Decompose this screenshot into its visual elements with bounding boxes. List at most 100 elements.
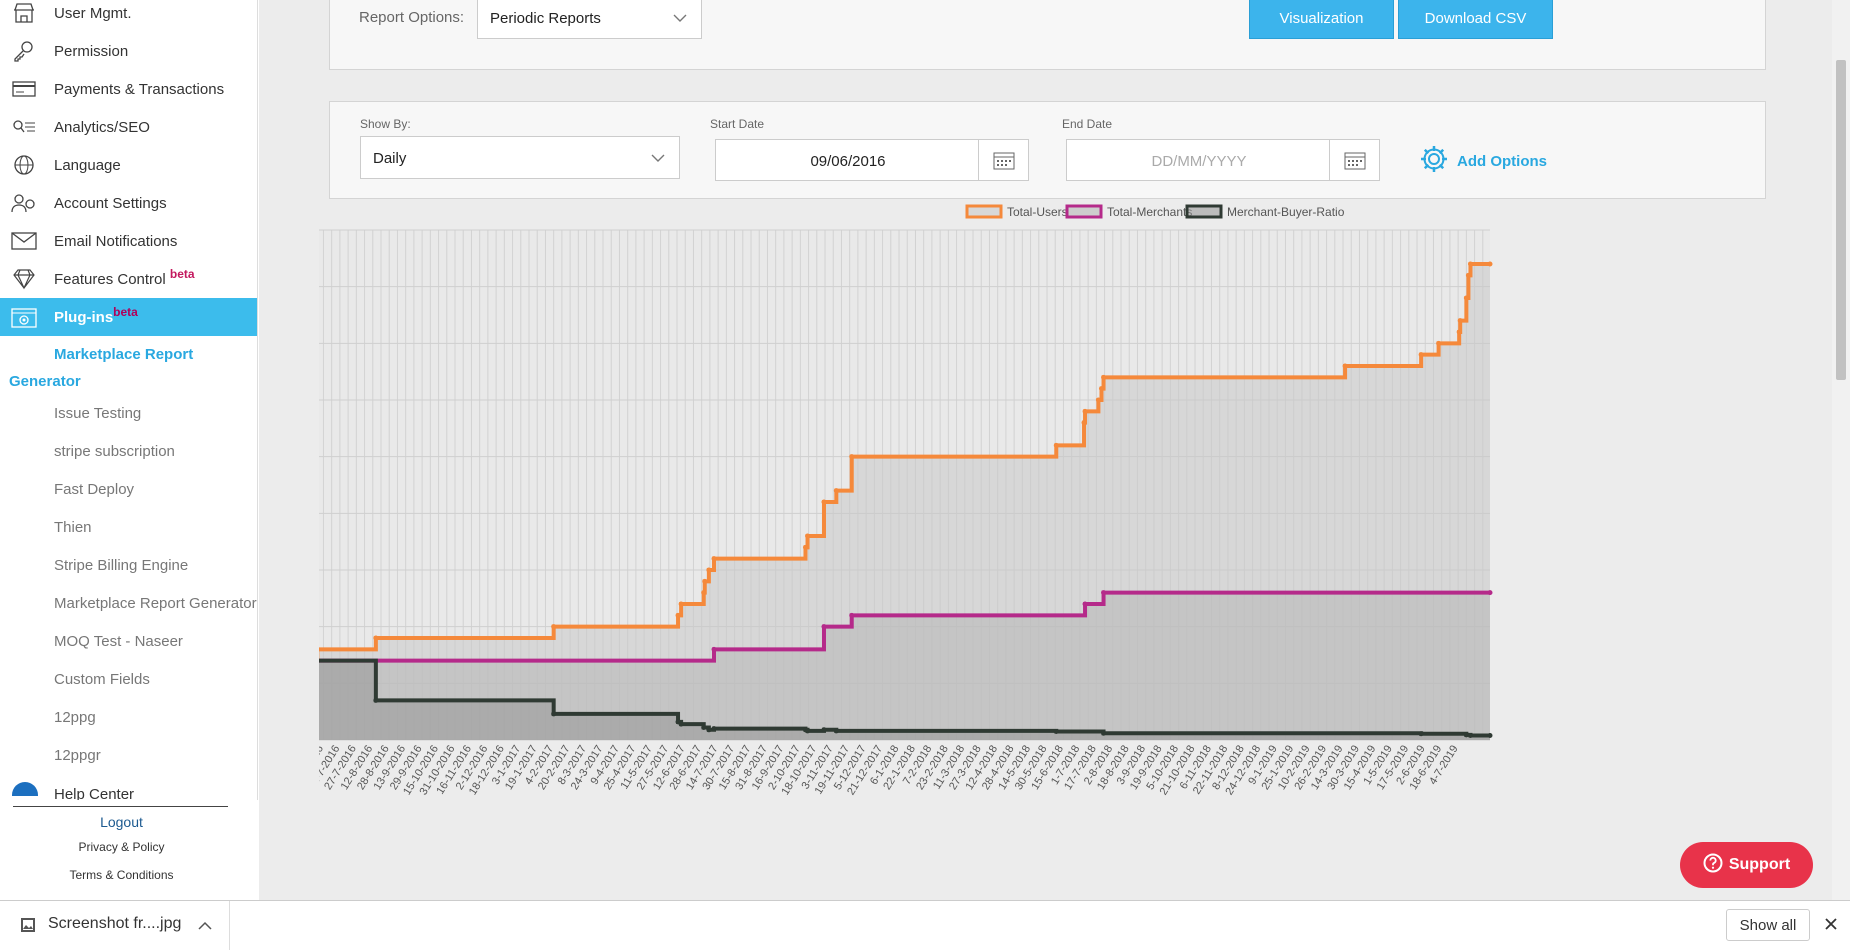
data-point bbox=[1101, 590, 1107, 596]
calendar-icon[interactable] bbox=[1329, 140, 1379, 180]
sub-item-fast-deploy[interactable]: Fast Deploy bbox=[54, 481, 134, 498]
data-point bbox=[551, 624, 557, 630]
show-by-select[interactable]: Daily bbox=[360, 136, 680, 179]
data-point bbox=[1487, 261, 1493, 267]
data-point bbox=[701, 590, 707, 596]
sidebar-item-label: Analytics/SEO bbox=[54, 118, 150, 136]
data-point bbox=[675, 612, 681, 618]
support-button[interactable]: Support bbox=[1680, 842, 1813, 888]
sub-heading-generator[interactable]: Generator bbox=[9, 373, 81, 390]
sub-item-12ppgr[interactable]: 12ppgr bbox=[54, 747, 101, 764]
x-axis: 9-6-201625-6-201611-7-201627-7-201612-8-… bbox=[319, 743, 1461, 797]
beta-badge: beta bbox=[113, 304, 138, 319]
sidebar-item-label: Features Control beta bbox=[54, 267, 195, 288]
users-gear-icon bbox=[10, 191, 38, 215]
download-item[interactable]: Screenshot fr....jpg bbox=[0, 901, 230, 950]
visualization-button[interactable]: Visualization bbox=[1249, 0, 1394, 39]
sidebar-item-account-settings[interactable]: Account Settings bbox=[0, 184, 257, 222]
sub-item-thien[interactable]: Thien bbox=[54, 519, 92, 536]
store-icon bbox=[10, 1, 38, 25]
sidebar-item-plugins[interactable]: Plug-insbeta bbox=[0, 298, 257, 336]
data-point bbox=[678, 721, 684, 727]
data-point bbox=[1342, 363, 1348, 369]
sidebar-item-label: User Mgmt. bbox=[54, 4, 132, 22]
sidebar-item-permission[interactable]: Permission bbox=[0, 32, 257, 70]
data-point bbox=[701, 725, 707, 731]
image-file-icon bbox=[20, 917, 36, 938]
end-date-label: End Date bbox=[1062, 117, 1113, 131]
data-point bbox=[833, 728, 839, 734]
help-center-icon bbox=[12, 782, 38, 796]
data-point bbox=[1456, 329, 1462, 335]
report-options-select[interactable]: Periodic Reports bbox=[477, 0, 702, 39]
scroll-thumb[interactable] bbox=[1836, 60, 1846, 380]
close-icon[interactable] bbox=[1824, 917, 1838, 936]
data-point bbox=[821, 624, 827, 630]
start-date-field[interactable]: 09/06/2016 bbox=[715, 139, 1029, 181]
end-date-placeholder: DD/MM/YYYY bbox=[1151, 153, 1247, 170]
features-control-text: Features Control bbox=[54, 270, 166, 288]
page-scrollbar[interactable] bbox=[1832, 0, 1850, 900]
plugins-text: Plug-ins bbox=[54, 308, 114, 326]
data-point bbox=[711, 556, 717, 562]
start-date-value: 09/06/2016 bbox=[810, 153, 886, 170]
chevron-up-icon[interactable] bbox=[198, 918, 212, 936]
calendar-icon[interactable] bbox=[978, 140, 1028, 180]
sidebar-item-email-notifications[interactable]: Email Notifications bbox=[0, 222, 257, 260]
sidebar-item-help-center[interactable]: Help Center bbox=[54, 785, 134, 800]
chevron-down-icon bbox=[673, 10, 687, 28]
data-point bbox=[805, 533, 811, 539]
sidebar-item-user-mgmt[interactable]: User Mgmt. bbox=[0, 0, 257, 32]
legend-swatch bbox=[1185, 204, 1223, 219]
gear-icon bbox=[1419, 144, 1449, 178]
data-point bbox=[1436, 340, 1442, 346]
sidebar: User Mgmt. Permission Payments & Transac… bbox=[0, 0, 258, 800]
legend-label: Total-Merchants bbox=[1107, 205, 1192, 219]
sub-item-12ppg[interactable]: 12ppg bbox=[54, 709, 96, 726]
data-point bbox=[373, 635, 379, 641]
envelope-icon bbox=[10, 229, 38, 253]
main-content: Report Options: Periodic Reports Visuali… bbox=[259, 0, 1832, 900]
data-point bbox=[1418, 352, 1424, 358]
data-point bbox=[711, 726, 717, 732]
end-date-field[interactable]: DD/MM/YYYY bbox=[1066, 139, 1380, 181]
sub-heading-marketplace-report[interactable]: Marketplace Report bbox=[54, 346, 193, 363]
filters-panel: Show By: Daily Start Date 09/06/2016 End… bbox=[329, 101, 1766, 199]
logout-link[interactable]: Logout bbox=[0, 814, 243, 830]
sub-item-custom-fields[interactable]: Custom Fields bbox=[54, 671, 150, 688]
sidebar-item-features-control[interactable]: Features Control beta bbox=[0, 260, 257, 298]
plugin-icon bbox=[10, 305, 38, 329]
download-bar: Screenshot fr....jpg Show all bbox=[0, 900, 1850, 950]
legend-label: Merchant-Buyer-Ratio bbox=[1227, 205, 1345, 219]
start-date-label: Start Date bbox=[710, 117, 765, 131]
sub-item-stripe-subscription[interactable]: stripe subscription bbox=[54, 443, 175, 460]
add-options-button[interactable]: Add Options bbox=[1419, 144, 1547, 178]
analytics-icon bbox=[10, 115, 38, 139]
report-options-value: Periodic Reports bbox=[490, 10, 601, 27]
data-point bbox=[1467, 732, 1473, 738]
data-point bbox=[1465, 272, 1471, 278]
sidebar-item-label: Plug-insbeta bbox=[54, 305, 138, 326]
sub-item-moq-test[interactable]: MOQ Test - Naseer bbox=[54, 633, 183, 650]
sub-item-issue-testing[interactable]: Issue Testing bbox=[54, 405, 141, 422]
download-csv-button[interactable]: Download CSV bbox=[1398, 0, 1553, 39]
sidebar-item-label: Language bbox=[54, 156, 121, 174]
data-point bbox=[849, 612, 855, 618]
data-point bbox=[1487, 590, 1493, 596]
terms-link[interactable]: Terms & Conditions bbox=[0, 868, 243, 882]
legend-swatch bbox=[965, 204, 1003, 219]
sidebar-item-label: Email Notifications bbox=[54, 232, 178, 250]
sub-item-stripe-billing[interactable]: Stripe Billing Engine bbox=[54, 557, 188, 574]
data-point bbox=[1463, 295, 1469, 301]
sidebar-item-payments[interactable]: Payments & Transactions bbox=[0, 70, 257, 108]
sidebar-item-language[interactable]: Language bbox=[0, 146, 257, 184]
sidebar-item-analytics[interactable]: Analytics/SEO bbox=[0, 108, 257, 146]
globe-icon bbox=[10, 153, 38, 177]
key-icon bbox=[10, 39, 38, 63]
privacy-link[interactable]: Privacy & Policy bbox=[0, 840, 243, 854]
show-all-button[interactable]: Show all bbox=[1726, 909, 1810, 941]
data-point bbox=[1457, 318, 1463, 324]
data-point bbox=[373, 697, 379, 703]
sub-item-marketplace-report-generator[interactable]: Marketplace Report Generator bbox=[54, 595, 257, 612]
support-label: Support bbox=[1728, 856, 1791, 873]
